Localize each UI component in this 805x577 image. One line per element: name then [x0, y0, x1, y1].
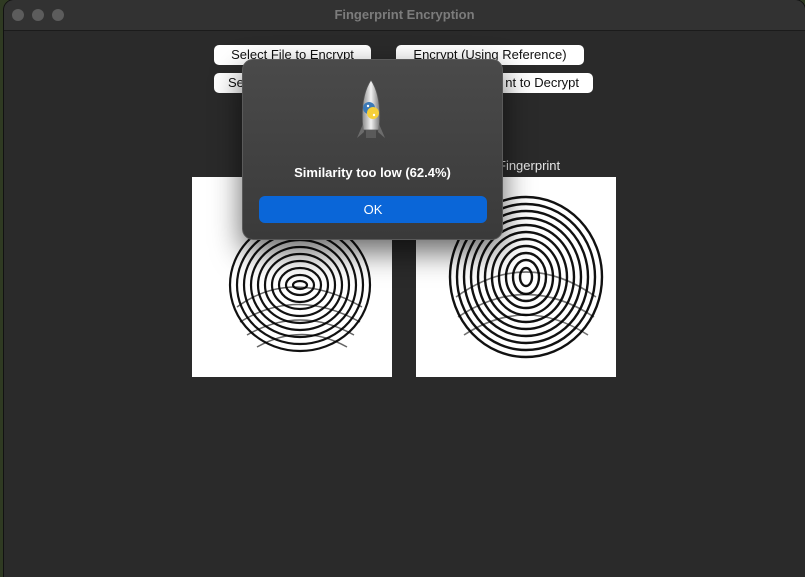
title-bar: Fingerprint Encryption — [4, 0, 805, 31]
python-rocket-icon — [357, 79, 385, 142]
dialog-message: Similarity too low (62.4%) — [294, 165, 451, 180]
window-title: Fingerprint Encryption — [334, 7, 475, 22]
alert-dialog: Similarity too low (62.4%) OK — [242, 59, 503, 240]
right-fingerprint-label: Fingerprint — [498, 158, 561, 173]
ok-button[interactable]: OK — [259, 196, 487, 223]
